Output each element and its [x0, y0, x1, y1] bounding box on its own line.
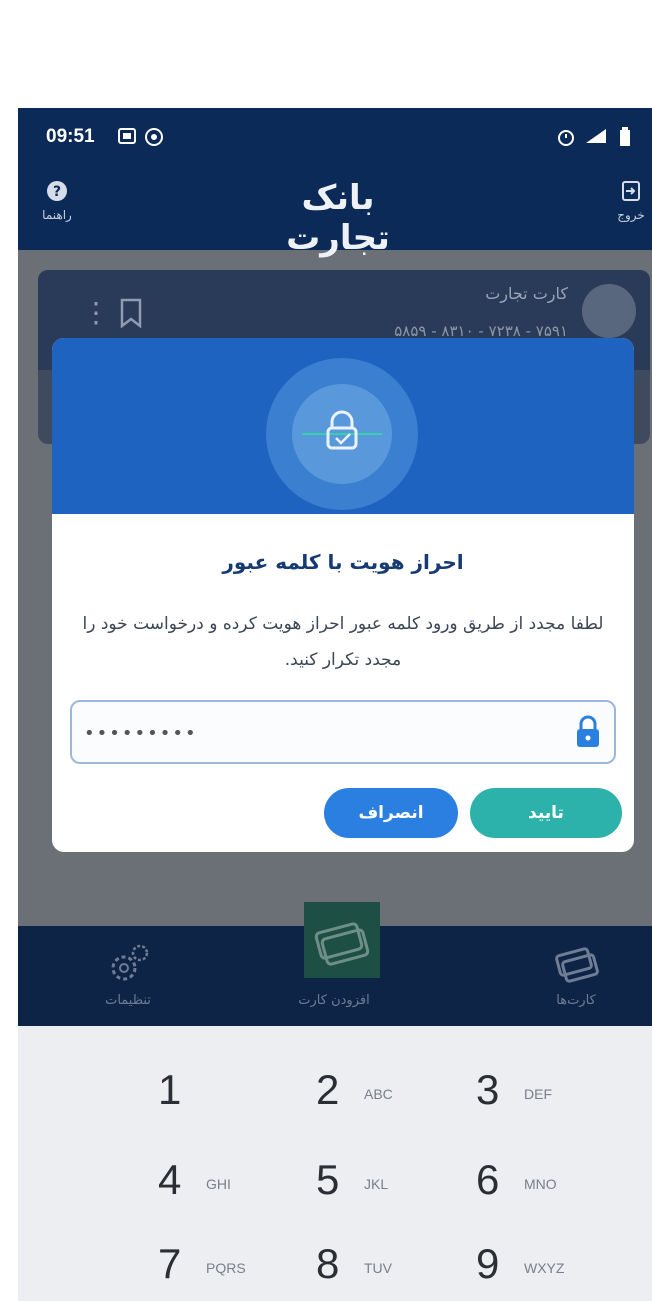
nav-add-card-label: افزودن کارت [298, 993, 370, 1008]
key-letters: JKL [364, 1176, 389, 1192]
key-4[interactable]: 4 GHI [158, 1156, 298, 1216]
bank-emblem-icon [582, 284, 636, 338]
bank-logo: بانک تجارت [286, 178, 390, 258]
key-digit: 6 [476, 1156, 500, 1203]
card-title: کارت تجارت [485, 284, 568, 303]
key-5[interactable]: 5 JKL [316, 1156, 456, 1216]
help-button[interactable]: ? راهنما [30, 180, 84, 222]
battery-icon [620, 127, 630, 146]
nav-settings-label: تنظیمات [105, 993, 151, 1008]
help-label: راهنما [42, 208, 72, 222]
password-field[interactable] [70, 700, 616, 764]
help-icon: ? [47, 181, 67, 201]
key-letters: ABC [364, 1086, 393, 1102]
add-card-tile [304, 902, 380, 978]
nav-cards-label: کارت‌ها [556, 993, 596, 1008]
key-letters: GHI [206, 1176, 231, 1192]
signal-icon [586, 129, 606, 143]
nav-cards[interactable]: کارت‌ها [506, 926, 646, 1026]
key-2[interactable]: 2 ABC [316, 1066, 456, 1126]
key-digit: 8 [316, 1240, 340, 1287]
key-letters: DEF [524, 1086, 552, 1102]
dialog-icon-ring [266, 358, 418, 510]
key-letters: TUV [364, 1260, 392, 1276]
bottom-nav: تنظیمات افزودن کارت کارت‌ها [18, 902, 652, 1026]
key-digit: 7 [158, 1240, 182, 1287]
alarm-icon [558, 130, 574, 146]
dialog-message: لطفا مجدد از طریق ورود کلمه عبور احراز ه… [82, 614, 604, 670]
status-time: 09:51 [46, 126, 95, 147]
numeric-keypad: 1 2 ABC 3 DEF 4 GHI 5 JKL 6 MNO 7 PQRS 8 [18, 1026, 652, 1301]
dialog-title: احراز هویت با کلمه عبور [222, 550, 464, 574]
app-header: ? راهنما بانک تجارت خروج [18, 164, 652, 258]
key-3[interactable]: 3 DEF [476, 1066, 616, 1126]
add-card-icon [314, 922, 370, 966]
confirm-button[interactable]: تایید [470, 788, 622, 838]
nav-settings[interactable]: تنظیمات [58, 926, 198, 1026]
bookmark-icon[interactable] [120, 298, 142, 328]
more-options-icon[interactable]: ⋮ [82, 296, 110, 329]
key-letters: WXYZ [524, 1260, 565, 1276]
exit-icon [622, 181, 640, 201]
lock-check-icon [292, 384, 392, 484]
key-digit: 2 [316, 1066, 340, 1113]
key-1[interactable]: 1 [158, 1066, 298, 1126]
key-digit: 1 [158, 1066, 182, 1113]
key-digit: 3 [476, 1066, 500, 1113]
key-7[interactable]: 7 PQRS [158, 1240, 298, 1300]
key-digit: 9 [476, 1240, 500, 1287]
dialog-header [52, 338, 634, 514]
exit-button[interactable]: خروج [604, 180, 652, 222]
phone-screen: 09:51 ? راهنما بانک تجارت خروج کارت تجار… [18, 108, 652, 1301]
status-bar: 09:51 [18, 108, 652, 164]
gallery-icon [118, 128, 136, 144]
lock-icon [577, 715, 599, 747]
password-input[interactable] [84, 714, 534, 752]
svg-text:?: ? [53, 184, 61, 200]
key-9[interactable]: 9 WXYZ [476, 1240, 616, 1300]
gears-icon [111, 944, 149, 981]
key-6[interactable]: 6 MNO [476, 1156, 616, 1216]
cards-icon [555, 947, 599, 983]
key-letters: MNO [524, 1176, 557, 1192]
key-digit: 5 [316, 1156, 340, 1203]
key-letters: PQRS [206, 1260, 246, 1276]
whatsapp-icon [145, 128, 163, 146]
exit-label: خروج [617, 208, 645, 222]
password-auth-dialog: احراز هویت با کلمه عبور لطفا مجدد از طری… [52, 338, 634, 852]
key-digit: 4 [158, 1156, 182, 1203]
key-8[interactable]: 8 TUV [316, 1240, 456, 1300]
nav-add-card[interactable]: افزودن کارت [264, 902, 404, 1026]
cancel-button[interactable]: انصراف [324, 788, 458, 838]
